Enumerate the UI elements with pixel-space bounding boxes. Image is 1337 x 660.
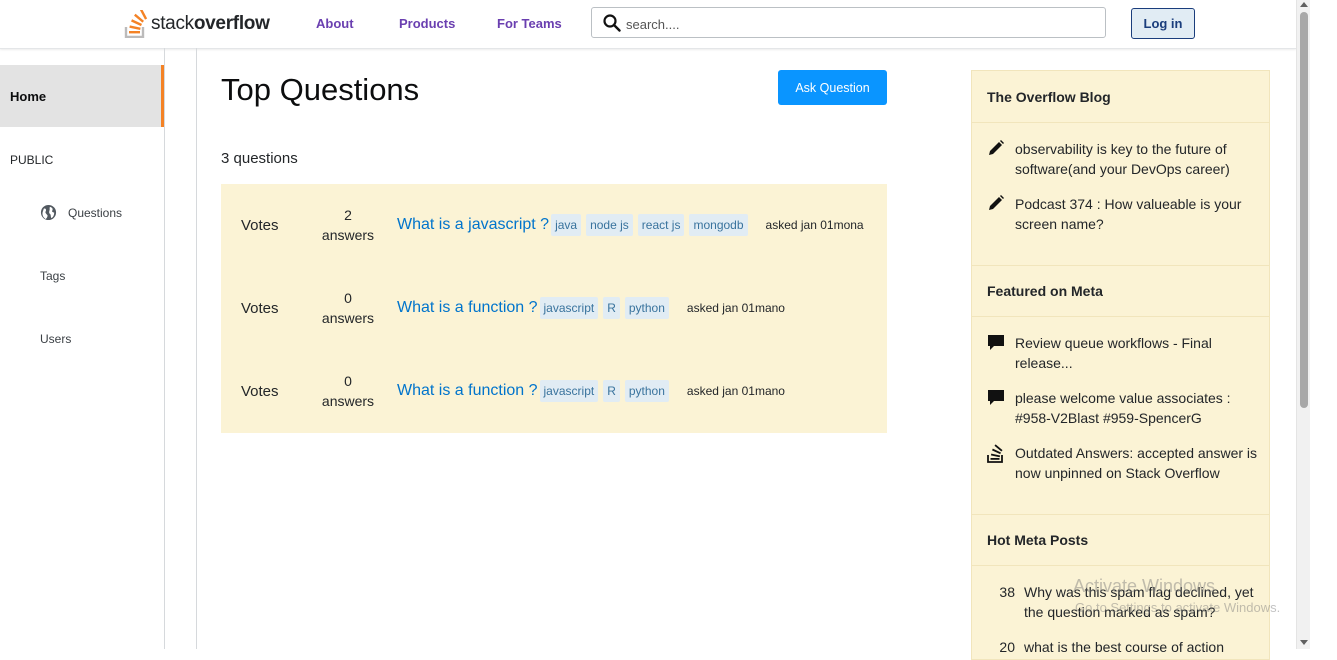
blog-item[interactable]: observability is key to the future of so… bbox=[987, 139, 1262, 179]
pencil-icon bbox=[989, 140, 1004, 155]
meta-item[interactable]: please welcome value associates : #958-V… bbox=[987, 388, 1262, 428]
tag-react-js[interactable]: react js bbox=[637, 214, 685, 236]
asked-info: asked jan 01mano bbox=[686, 384, 785, 398]
question-title-link[interactable]: What is a function ? bbox=[397, 299, 538, 317]
question-summary: What is a function ? javascript R python… bbox=[397, 278, 785, 338]
question-list: Votes 2 answers What is a javascript ? ja… bbox=[221, 184, 887, 433]
nav-products[interactable]: Products bbox=[399, 16, 455, 31]
tag-javascript[interactable]: javascript bbox=[539, 380, 599, 402]
sidebar-item-users[interactable]: Users bbox=[40, 332, 71, 346]
pencil-icon bbox=[989, 195, 1004, 210]
tag-r[interactable]: R bbox=[603, 380, 620, 402]
activate-windows-subtext: Go to Settings to activate Windows. bbox=[1075, 600, 1281, 615]
top-bar: stackoverflow About Products For Teams L… bbox=[0, 0, 1296, 49]
tag-python[interactable]: python bbox=[624, 297, 669, 319]
stackoverflow-logo[interactable]: stackoverflow bbox=[124, 8, 270, 40]
comment-icon bbox=[988, 390, 1004, 405]
asked-info: asked jan 01mano bbox=[686, 301, 785, 315]
left-sidebar: Home PUBLIC Questions Tags Users bbox=[0, 48, 165, 649]
page-title: Top Questions bbox=[221, 72, 420, 107]
browser-side-panel bbox=[1310, 0, 1337, 649]
sidebar-item-label: Questions bbox=[68, 205, 123, 220]
question-summary: What is a javascript ? java node js reac… bbox=[397, 195, 864, 255]
sidebar-item-questions[interactable]: Questions bbox=[40, 204, 122, 221]
stackoverflow-icon bbox=[987, 444, 1003, 463]
scrollbar-thumb[interactable] bbox=[1300, 12, 1308, 408]
login-button[interactable]: Log in bbox=[1131, 8, 1195, 39]
search-input[interactable] bbox=[624, 13, 1098, 35]
votes-label: Votes bbox=[241, 299, 279, 317]
tag-mongodb[interactable]: mongodb bbox=[689, 214, 748, 236]
question-title-link[interactable]: What is a function ? bbox=[397, 382, 538, 400]
meta-header: Featured on Meta bbox=[972, 265, 1269, 317]
hot-meta-item[interactable]: 20 what is the best course of action bbox=[987, 637, 1262, 657]
nav-about[interactable]: About bbox=[316, 16, 354, 31]
search-icon bbox=[603, 14, 621, 32]
votes-label: Votes bbox=[241, 216, 279, 234]
question-row: Votes 0 answers What is a function ? java… bbox=[221, 361, 887, 421]
question-count: 3 questions bbox=[221, 150, 298, 167]
globe-icon bbox=[40, 204, 57, 221]
tag-javascript[interactable]: javascript bbox=[539, 297, 599, 319]
scroll-down-arrow-icon[interactable] bbox=[1300, 640, 1308, 645]
hot-meta-title: what is the best course of action bbox=[1024, 639, 1224, 655]
logo-text: stackoverflow bbox=[151, 13, 270, 34]
blog-item[interactable]: Podcast 374 : How valueable is your scre… bbox=[987, 194, 1262, 234]
content-divider bbox=[196, 48, 197, 649]
meta-item[interactable]: Review queue workflows - Final release..… bbox=[987, 333, 1262, 373]
votes-label: Votes bbox=[241, 382, 279, 400]
hot-meta-count: 20 bbox=[999, 639, 1015, 655]
sidebar-item-home[interactable]: Home bbox=[0, 65, 164, 127]
nav-for-teams[interactable]: For Teams bbox=[497, 16, 562, 31]
blog-header: The Overflow Blog bbox=[972, 71, 1269, 123]
answers-count: 0 answers bbox=[321, 373, 375, 409]
search-box[interactable] bbox=[591, 7, 1106, 38]
hot-meta-count: 38 bbox=[999, 584, 1015, 600]
sidebar-item-label: Home bbox=[10, 88, 47, 104]
tag-r[interactable]: R bbox=[603, 297, 620, 319]
question-row: Votes 2 answers What is a javascript ? ja… bbox=[221, 195, 887, 255]
page-scrollbar[interactable] bbox=[1296, 0, 1310, 649]
right-sidebar: The Overflow Blog observability is key t… bbox=[971, 70, 1270, 660]
answers-count: 2 answers bbox=[321, 207, 375, 243]
asked-info: asked jan 01mona bbox=[765, 218, 864, 232]
stackoverflow-logo-icon bbox=[124, 10, 148, 38]
tag-java[interactable]: java bbox=[551, 214, 582, 236]
sidebar-item-tags[interactable]: Tags bbox=[40, 269, 65, 283]
scroll-up-arrow-icon[interactable] bbox=[1300, 2, 1308, 7]
ask-question-button[interactable]: Ask Question bbox=[778, 70, 887, 105]
tag-python[interactable]: python bbox=[624, 380, 669, 402]
question-title-link[interactable]: What is a javascript ? bbox=[397, 216, 549, 234]
answers-count: 0 answers bbox=[321, 290, 375, 326]
question-row: Votes 0 answers What is a function ? java… bbox=[221, 278, 887, 338]
meta-item[interactable]: Outdated Answers: accepted answer is now… bbox=[987, 443, 1262, 483]
question-summary: What is a function ? javascript R python… bbox=[397, 361, 785, 421]
tag-node-js[interactable]: node js bbox=[586, 214, 633, 236]
comment-icon bbox=[988, 335, 1004, 350]
activate-windows-watermark: Activate Windows bbox=[1073, 576, 1216, 596]
hot-meta-header: Hot Meta Posts bbox=[972, 514, 1269, 566]
sidebar-section-public: PUBLIC bbox=[10, 153, 54, 167]
